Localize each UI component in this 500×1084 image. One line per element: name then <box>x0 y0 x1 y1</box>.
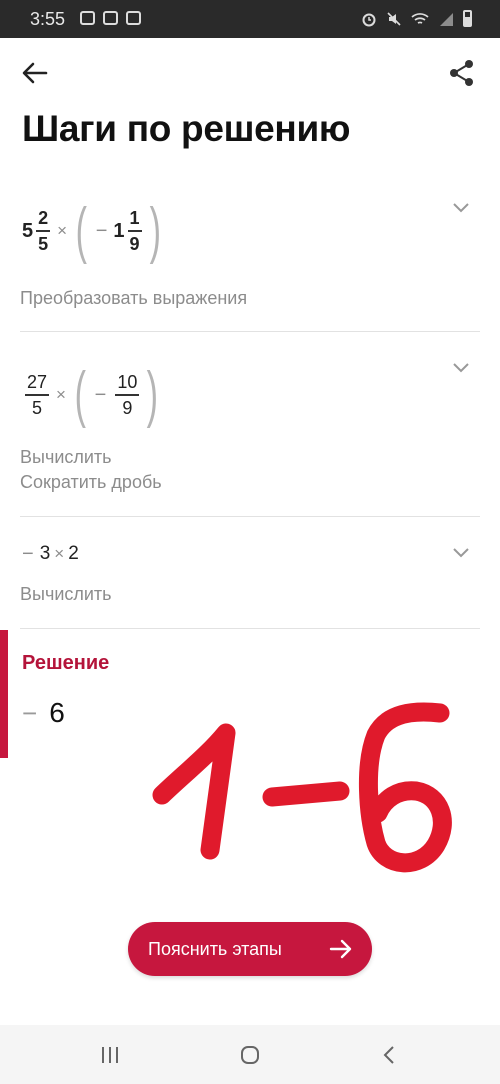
battery-icon <box>463 10 472 27</box>
minus-sign: − <box>95 219 108 242</box>
times-sign: × <box>57 221 68 240</box>
solution-number: 6 <box>49 697 65 728</box>
chevron-down-icon[interactable] <box>452 362 470 374</box>
solution-title: Решение <box>22 652 110 674</box>
top-bar <box>0 38 500 108</box>
step-2[interactable]: 27 5 × ( − 10 9 ) Вычислить Сократить др… <box>0 355 500 515</box>
minus-sign: − <box>22 697 38 728</box>
handwritten-annotation <box>152 702 452 873</box>
step-3-description: Вычислить <box>20 584 112 604</box>
gallery-icon <box>80 11 95 25</box>
step-1-expression: 5 2 5 × ( − 1 1 9 ) <box>22 190 165 272</box>
status-bar: 3:55 <box>0 0 500 38</box>
minus-sign: − <box>22 542 34 565</box>
alarm-icon <box>362 13 376 26</box>
explain-steps-label: Пояснить этапы <box>148 938 282 959</box>
home-icon[interactable] <box>238 1043 262 1067</box>
solution-accent-bar <box>0 630 8 758</box>
step-1-description: Преобразовать выражения <box>20 288 248 308</box>
chevron-down-icon[interactable] <box>452 202 470 214</box>
divider <box>20 516 480 517</box>
minus-sign: − <box>94 383 107 406</box>
mute-icon <box>387 11 401 26</box>
wifi-icon <box>411 12 429 24</box>
instagram-icon <box>126 11 141 25</box>
status-time: 3:55 <box>30 9 66 29</box>
divider <box>20 331 480 332</box>
signal-icon <box>440 12 453 26</box>
right-paren: ) <box>149 196 161 265</box>
explain-steps-button[interactable]: Пояснить этапы <box>128 922 372 976</box>
divider <box>20 628 480 629</box>
fraction: 10 9 <box>115 372 140 418</box>
fraction: 1 9 <box>127 208 142 254</box>
left-paren: ( <box>74 360 86 429</box>
number: 2 <box>68 543 79 564</box>
system-navigation-bar <box>0 1025 500 1084</box>
recent-apps-icon[interactable] <box>98 1043 122 1067</box>
step-1[interactable]: 5 2 5 × ( − 1 1 9 ) Преобразовать выраже… <box>0 190 500 330</box>
system-icons <box>361 10 472 27</box>
page-title: Шаги по решению <box>22 108 351 149</box>
arrow-right-icon <box>329 939 352 959</box>
whole-part: 1 <box>113 219 125 242</box>
chevron-down-icon[interactable] <box>452 547 470 559</box>
whole-part: 5 <box>22 219 34 242</box>
back-icon[interactable] <box>378 1043 402 1067</box>
solution-value: − 6 <box>22 697 65 729</box>
step-2-expression: 27 5 × ( − 10 9 ) <box>22 355 163 435</box>
back-arrow-icon[interactable] <box>18 58 52 88</box>
times-sign: × <box>56 385 66 404</box>
fraction: 2 5 <box>36 208 51 254</box>
step-2-description: Вычислить Сократить дробь <box>20 447 162 492</box>
step-3[interactable]: − 3 × 2 Вычислить <box>0 538 500 628</box>
number: 3 <box>39 543 51 564</box>
left-paren: ( <box>75 196 88 265</box>
share-icon[interactable] <box>448 58 476 88</box>
notification-icons <box>80 11 141 25</box>
step-3-expression: − 3 × 2 <box>22 538 79 570</box>
fraction: 27 5 <box>25 372 50 418</box>
app-icon <box>103 11 118 25</box>
right-paren: ) <box>146 360 159 429</box>
times-sign: × <box>54 544 65 563</box>
